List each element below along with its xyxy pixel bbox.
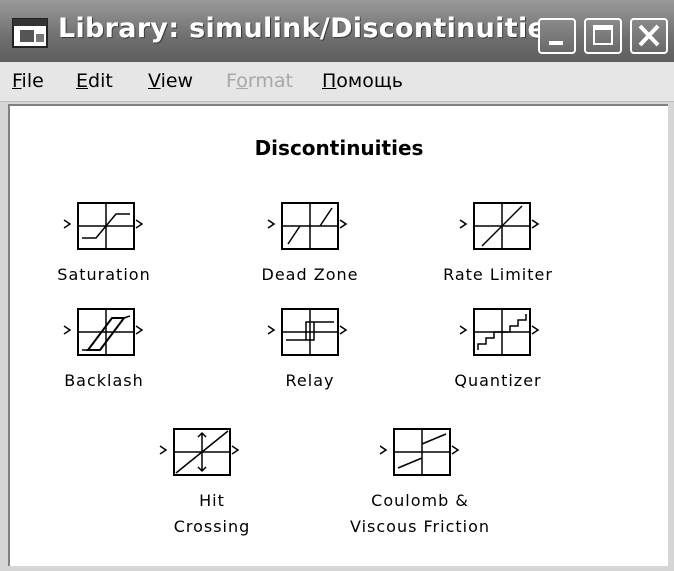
block-quantizer[interactable] (458, 304, 578, 364)
window-right-edge (668, 104, 674, 566)
coulomb-label-line2: Viscous Friction (349, 517, 491, 536)
maximize-icon (593, 25, 613, 45)
hit-crossing-label-line2: Crossing (173, 517, 251, 536)
hit-crossing-icon (159, 428, 240, 476)
minimize-button[interactable] (538, 18, 576, 54)
hit-crossing-label-line1: Hit (199, 491, 225, 510)
rate-limiter-label: Rate Limiter (443, 265, 553, 284)
coulomb-friction-icon (379, 428, 460, 476)
library-title: Discontinuities (254, 136, 424, 160)
library-window: Library: simulink/Discontinuities File E… (0, 0, 674, 571)
block-backlash[interactable] (62, 304, 182, 364)
menu-file[interactable]: File (12, 70, 44, 92)
relay-label: Relay (285, 371, 335, 390)
rate-limiter-icon (459, 202, 540, 250)
block-saturation[interactable] (62, 198, 182, 258)
block-hit-crossing[interactable] (158, 424, 278, 484)
title-bar[interactable]: Library: simulink/Discontinuities (0, 0, 674, 62)
quantizer-icon (459, 308, 540, 356)
menu-bar: File Edit View Format Помощь (0, 62, 674, 102)
backlash-label: Backlash (64, 371, 144, 390)
window-title: Library: simulink/Discontinuities (58, 13, 563, 44)
backlash-icon (63, 308, 144, 356)
maximize-button[interactable] (584, 18, 622, 54)
dead-zone-label: Dead Zone (261, 265, 359, 284)
menu-view[interactable]: View (148, 70, 193, 92)
menu-format[interactable]: Format (226, 70, 293, 92)
menu-help[interactable]: Помощь (322, 70, 403, 92)
block-rate-limiter[interactable] (458, 198, 578, 258)
minimize-icon (549, 41, 563, 45)
block-dead-zone[interactable] (266, 198, 386, 258)
coulomb-label-line1: Coulomb & (371, 491, 469, 510)
relay-icon (267, 308, 348, 356)
block-coulomb-friction[interactable] (378, 424, 498, 484)
simulink-app-icon[interactable] (12, 18, 48, 48)
quantizer-label: Quantizer (454, 371, 542, 390)
menu-edit[interactable]: Edit (76, 70, 113, 92)
block-relay[interactable] (266, 304, 386, 364)
dead-zone-icon (267, 202, 348, 250)
close-button[interactable] (630, 18, 668, 54)
close-icon (638, 24, 660, 47)
saturation-icon (63, 202, 144, 250)
library-canvas[interactable]: Discontinuities Saturation Dead Zone Rat… (8, 104, 668, 566)
saturation-label: Saturation (57, 265, 151, 284)
